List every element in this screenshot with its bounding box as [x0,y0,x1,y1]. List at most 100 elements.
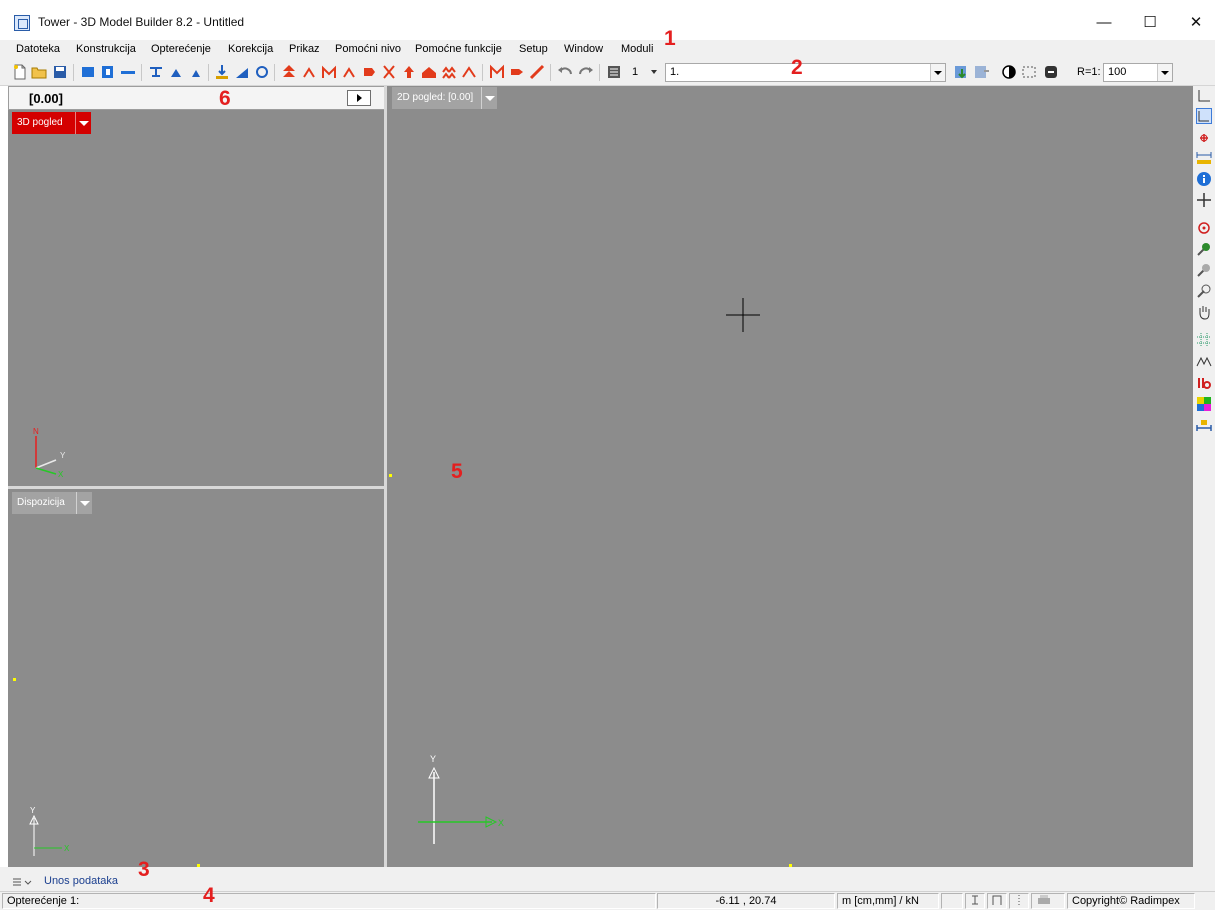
extend-icon[interactable] [509,64,525,80]
wall-icon[interactable] [80,64,96,80]
hinge-icon[interactable] [168,64,184,80]
load-case-dropdown-icon[interactable] [651,70,657,74]
view-layout-label: Dispozicija [17,497,65,508]
load-icon[interactable] [214,64,230,80]
menu-datoteka[interactable]: Datoteka [16,43,60,55]
undo-icon[interactable] [557,64,573,80]
annotation-5: 5 [451,460,463,483]
copy-rotate-icon[interactable] [301,64,317,80]
maximize-button[interactable]: ☐ [1127,8,1173,38]
status-frame-icon[interactable] [987,893,1007,909]
open-folder-icon[interactable] [31,64,47,80]
section-icon[interactable] [1196,375,1212,391]
tab-menu-icon[interactable] [12,876,34,886]
status-printer-icon[interactable] [1031,893,1065,909]
roof-icon[interactable] [421,64,437,80]
measure-icon[interactable] [1196,150,1212,166]
save-icon[interactable] [52,64,68,80]
marker-dot [389,474,392,477]
status-copyright: Copyright© Radimpex [1067,893,1195,909]
copy-icon[interactable] [281,64,297,80]
info-icon[interactable] [1196,171,1212,187]
scale-value: 100 [1108,66,1127,78]
menu-pomocni-nivo[interactable]: Pomoćni nivo [335,43,401,55]
axis-3d-y-label: Y [60,451,66,460]
zigzag-icon[interactable] [1196,354,1212,370]
load-case-select[interactable]: 1. [665,63,946,82]
table-icon[interactable] [606,64,622,80]
cut-icon[interactable] [381,64,397,80]
zoom-window-icon[interactable] [1196,220,1212,236]
load-case-number: 1 [632,66,639,78]
play-icon[interactable] [347,90,371,106]
chevron-down-icon[interactable] [930,64,945,81]
color-palette-icon[interactable] [1196,396,1212,412]
redo-icon[interactable] [578,64,594,80]
status-load-case: Opterećenje 1: [2,893,656,909]
slope-icon[interactable] [461,64,477,80]
horizontal-splitter[interactable] [8,486,385,489]
rotate-icon[interactable] [254,64,270,80]
point-support-icon[interactable] [188,64,204,80]
grid-icon[interactable] [1196,332,1212,348]
multiply-icon[interactable] [341,64,357,80]
multi-raise-icon[interactable] [441,64,457,80]
view-layout-button[interactable]: Dispozicija [12,492,92,514]
minimize-button[interactable]: — [1081,8,1127,38]
break-icon[interactable] [489,64,505,80]
main-axis-y-label: Y [430,754,436,764]
menu-opterecenje[interactable]: Opterećenje [151,43,211,55]
new-file-icon[interactable] [12,64,28,80]
frame-select-icon[interactable] [1021,64,1037,80]
slab-icon[interactable] [100,64,116,80]
snap-point-icon[interactable] [1196,130,1212,146]
menu-konstrukcija[interactable]: Konstrukcija [76,43,136,55]
contrast-icon[interactable] [1001,64,1017,80]
zoom-in-icon[interactable] [1196,241,1212,257]
move-icon[interactable] [361,64,377,80]
vertical-splitter[interactable] [384,86,387,867]
axes-icon[interactable] [1196,88,1212,104]
status-column-icon[interactable] [965,893,985,909]
zoom-all-icon[interactable] [1196,283,1212,299]
annotation-2: 2 [791,56,803,79]
stretch-icon[interactable] [529,64,545,80]
line-load-icon[interactable] [234,64,250,80]
status-dots-icon[interactable] [1009,893,1029,909]
zoom-out-icon[interactable] [1196,262,1212,278]
menu-setup[interactable]: Setup [519,43,548,55]
main-toolbar: 1 1. R=1: 100 [0,60,1215,86]
beam-icon[interactable] [120,64,136,80]
render-icon[interactable] [1043,64,1059,80]
menu-pomocne-funkcije[interactable]: Pomoćne funkcije [415,43,502,55]
chevron-down-icon[interactable] [75,112,91,134]
ortho-icon[interactable] [1196,108,1212,124]
chevron-down-icon[interactable] [76,492,92,514]
pan-hand-icon[interactable] [1196,304,1212,320]
axis-2d-main-icon: Y X [418,754,504,844]
raise-icon[interactable] [401,64,417,80]
axis-2d-small-icon: Y X [29,806,70,856]
menu-window[interactable]: Window [564,43,603,55]
chevron-down-icon[interactable] [481,87,497,109]
view-2d-button[interactable]: 2D pogled: [0.00] [392,87,497,109]
export-icon[interactable] [974,64,990,80]
chevron-down-icon[interactable] [1157,64,1172,81]
status-units[interactable]: m [cm,mm] / kN [837,893,939,909]
menu-moduli[interactable]: Moduli [621,43,653,55]
menu-prikaz[interactable]: Prikaz [289,43,320,55]
close-button[interactable]: ✕ [1173,8,1215,38]
load-case-value: 1. [670,66,680,78]
view-3d-button[interactable]: 3D pogled [12,112,91,134]
dimension-icon[interactable] [1196,418,1212,434]
marker-dot [13,678,16,681]
import-icon[interactable] [954,64,970,80]
scale-select[interactable]: 100 [1103,63,1173,82]
mirror-icon[interactable] [321,64,337,80]
menu-korekcija[interactable]: Korekcija [228,43,273,55]
crosshair-cursor-icon [726,298,760,332]
annotation-6: 6 [219,87,231,110]
support-icon[interactable] [148,64,164,80]
tab-data-entry[interactable]: Unos podataka [44,875,118,887]
move-cross-icon[interactable] [1196,192,1212,208]
